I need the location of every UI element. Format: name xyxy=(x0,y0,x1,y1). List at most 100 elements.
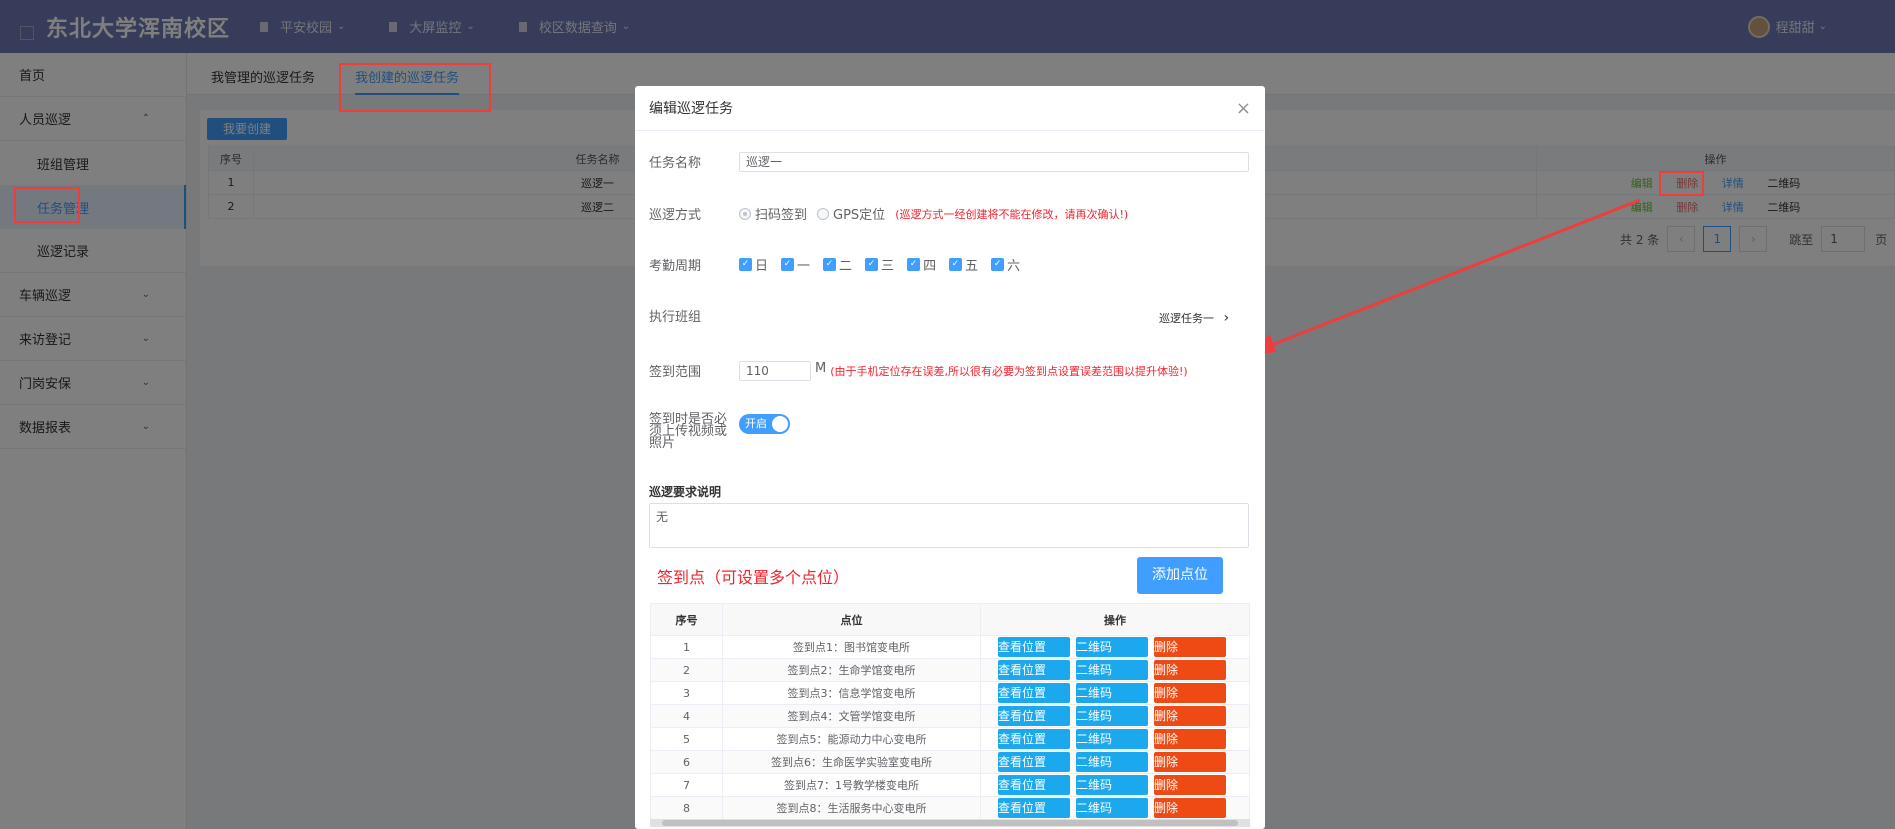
sign-points-table: 序号 点位 操作 1 签到点1：图书馆变电所 查看位置 二维码 删除 2 签到点2：… xyxy=(650,603,1250,820)
view-location-button[interactable]: 查看位置 xyxy=(998,660,1070,680)
day-checkbox[interactable]: ✓ 一 xyxy=(781,255,810,274)
cell-index: 1 xyxy=(650,635,723,659)
view-location-button[interactable]: 查看位置 xyxy=(998,729,1070,749)
patrol-desc-textarea[interactable]: 无 xyxy=(649,503,1249,548)
sign-range-row: 签到范围 110 M (由于手机定位存在误差,所以很有必要为签到点设置误差范围以… xyxy=(649,361,1188,381)
column-header: 序号 xyxy=(650,603,723,636)
table-row: 7 签到点7：1号教学楼变电所 查看位置 二维码 删除 xyxy=(650,773,1250,797)
day-label: 五 xyxy=(965,259,979,274)
day-checkbox[interactable]: ✓ 二 xyxy=(823,255,852,274)
delete-point-button[interactable]: 删除 xyxy=(1154,683,1226,703)
view-location-button[interactable]: 查看位置 xyxy=(998,752,1070,772)
cell-ops: 查看位置 二维码 删除 xyxy=(980,727,1250,751)
exec-group-value: 巡逻任务一 xyxy=(1159,312,1214,325)
attendance-cycle-row: 考勤周期 ✓ 日 ✓ 一 ✓ 二 ✓ 三 ✓ 四 ✓ 五 ✓ 六 xyxy=(649,255,1033,274)
table-row: 6 签到点6：生命医学实验室变电所 查看位置 二维码 删除 xyxy=(650,750,1250,774)
exec-group-label: 执行班组 xyxy=(649,310,702,325)
table-row: 5 签到点5：能源动力中心变电所 查看位置 二维码 删除 xyxy=(650,727,1250,751)
view-location-button[interactable]: 查看位置 xyxy=(998,706,1070,726)
scrollbar-thumb[interactable] xyxy=(662,820,1238,826)
qrcode-button[interactable]: 二维码 xyxy=(1076,729,1148,749)
qrcode-button[interactable]: 二维码 xyxy=(1076,752,1148,772)
sign-range-unit: M xyxy=(815,361,827,376)
radio-label: GPS定位 xyxy=(833,208,886,223)
patrol-desc-row: 巡逻要求说明 无 xyxy=(649,483,1249,548)
delete-point-button[interactable]: 删除 xyxy=(1154,660,1226,680)
qrcode-button[interactable]: 二维码 xyxy=(1076,798,1148,818)
add-point-button[interactable]: 添加点位 xyxy=(1137,557,1223,594)
patrol-mode-label: 巡逻方式 xyxy=(649,208,702,223)
qrcode-button[interactable]: 二维码 xyxy=(1076,706,1148,726)
sign-range-label: 签到范围 xyxy=(649,365,702,380)
check-icon: ✓ xyxy=(949,258,963,271)
horizontal-scrollbar[interactable] xyxy=(650,819,1250,827)
check-icon: ✓ xyxy=(739,258,752,271)
check-icon: ✓ xyxy=(865,258,879,271)
cell-ops: 查看位置 二维码 删除 xyxy=(980,750,1250,774)
photo-required-label: 签到时是否必须上传视频或照片 xyxy=(649,412,728,451)
table-row: 4 签到点4：文管学馆变电所 查看位置 二维码 删除 xyxy=(650,704,1250,728)
radio-scan[interactable]: 扫码签到 xyxy=(739,204,807,223)
cell-index: 5 xyxy=(650,727,723,751)
cell-ops: 查看位置 二维码 删除 xyxy=(980,681,1250,705)
radio-gps[interactable]: GPS定位 xyxy=(817,204,885,223)
day-checkbox[interactable]: ✓ 三 xyxy=(865,255,894,274)
dialog-header: 编辑巡逻任务 × xyxy=(635,86,1265,131)
chevron-right-icon: › xyxy=(1223,310,1230,326)
day-checkbox[interactable]: ✓ 四 xyxy=(907,255,936,274)
day-label: 三 xyxy=(881,259,895,274)
view-location-button[interactable]: 查看位置 xyxy=(998,683,1070,703)
exec-group-selector[interactable]: 巡逻任务一 › xyxy=(1159,310,1229,326)
day-label: 一 xyxy=(797,259,811,274)
delete-point-button[interactable]: 删除 xyxy=(1154,729,1226,749)
delete-point-button[interactable]: 删除 xyxy=(1154,706,1226,726)
cell-point: 签到点2：生命学馆变电所 xyxy=(722,658,981,682)
toggle-knob xyxy=(772,416,788,432)
cell-point: 签到点4：文管学馆变电所 xyxy=(722,704,981,728)
delete-point-button[interactable]: 删除 xyxy=(1154,752,1226,772)
table-row: 2 签到点2：生命学馆变电所 查看位置 二维码 删除 xyxy=(650,658,1250,682)
close-icon[interactable]: × xyxy=(1236,98,1251,119)
task-name-input[interactable]: 巡逻一 xyxy=(739,152,1249,172)
check-icon: ✓ xyxy=(823,258,837,271)
photo-required-toggle[interactable]: 开启 xyxy=(739,414,790,434)
column-header: 操作 xyxy=(980,603,1250,636)
view-location-button[interactable]: 查看位置 xyxy=(998,798,1070,818)
toggle-label: 开启 xyxy=(745,417,767,430)
qrcode-button[interactable]: 二维码 xyxy=(1076,660,1148,680)
qrcode-button[interactable]: 二维码 xyxy=(1076,683,1148,703)
qrcode-button[interactable]: 二维码 xyxy=(1076,775,1148,795)
cell-ops: 查看位置 二维码 删除 xyxy=(980,635,1250,659)
delete-point-button[interactable]: 删除 xyxy=(1154,775,1226,795)
radio-label: 扫码签到 xyxy=(755,208,808,223)
cell-point: 签到点8：生活服务中心变电所 xyxy=(722,796,981,820)
delete-point-button[interactable]: 删除 xyxy=(1154,798,1226,818)
sign-points-title: 签到点（可设置多个点位） xyxy=(657,568,850,587)
cell-point: 签到点1：图书馆变电所 xyxy=(722,635,981,659)
patrol-mode-warning: (巡逻方式一经创建将不能在修改，请再次确认!) xyxy=(895,208,1129,221)
day-label: 日 xyxy=(755,259,769,274)
attendance-cycle-label: 考勤周期 xyxy=(649,259,702,274)
cell-point: 签到点5：能源动力中心变电所 xyxy=(722,727,981,751)
check-icon: ✓ xyxy=(781,258,795,271)
view-location-button[interactable]: 查看位置 xyxy=(998,775,1070,795)
day-label: 六 xyxy=(1007,259,1021,274)
day-checkbox[interactable]: ✓ 六 xyxy=(991,255,1020,274)
cell-ops: 查看位置 二维码 删除 xyxy=(980,773,1250,797)
check-icon: ✓ xyxy=(907,258,921,271)
task-name-label: 任务名称 xyxy=(649,156,702,171)
day-checkbox[interactable]: ✓ 五 xyxy=(949,255,978,274)
delete-point-button[interactable]: 删除 xyxy=(1154,637,1226,657)
sign-range-input[interactable]: 110 xyxy=(739,361,811,381)
cell-ops: 查看位置 二维码 删除 xyxy=(980,704,1250,728)
patrol-desc-label: 巡逻要求说明 xyxy=(649,485,722,499)
cell-index: 3 xyxy=(650,681,723,705)
qrcode-button[interactable]: 二维码 xyxy=(1076,637,1148,657)
radio-dot xyxy=(739,207,751,220)
edit-task-dialog: 编辑巡逻任务 × 任务名称 巡逻一 巡逻方式 扫码签到 GPS定位 (巡逻方式一… xyxy=(635,86,1265,829)
day-checkbox[interactable]: ✓ 日 xyxy=(739,255,768,274)
day-label: 四 xyxy=(923,259,937,274)
radio-dot xyxy=(817,207,830,220)
patrol-mode-row: 巡逻方式 扫码签到 GPS定位 (巡逻方式一经创建将不能在修改，请再次确认!) xyxy=(649,204,1128,223)
view-location-button[interactable]: 查看位置 xyxy=(998,637,1070,657)
